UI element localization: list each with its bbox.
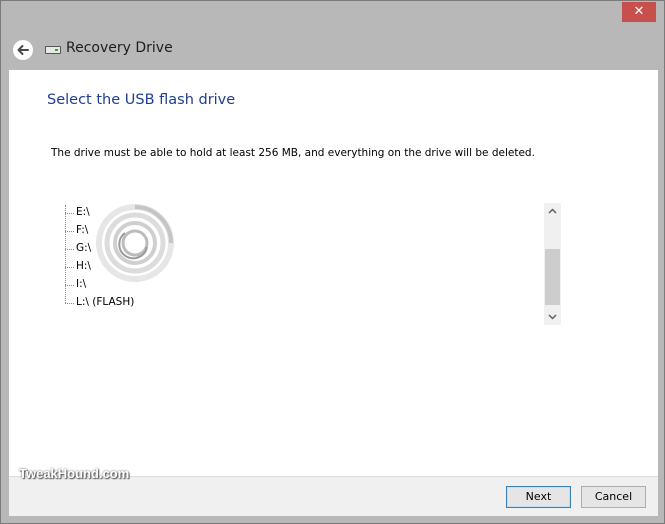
dialog-footer: Next Cancel (9, 476, 658, 516)
vertical-scrollbar[interactable] (544, 203, 561, 325)
recovery-drive-window: ✕ Recovery Drive Select the USB flash dr… (0, 0, 665, 524)
drive-label: E:\ (76, 206, 90, 218)
close-button[interactable]: ✕ (622, 2, 656, 22)
title-bar: Recovery Drive (1, 29, 664, 69)
drive-label: I:\ (76, 278, 87, 290)
window-title: Recovery Drive (66, 40, 173, 56)
drive-list: E:\ F:\ G:\ H:\ I:\ L:\ (FLASH) (61, 203, 562, 325)
drive-label: H:\ (76, 260, 91, 272)
content-area: Select the USB flash drive The drive mus… (9, 70, 658, 476)
scroll-thumb[interactable] (545, 249, 560, 305)
drive-label: G:\ (76, 242, 92, 254)
scroll-down-button[interactable] (544, 308, 561, 325)
next-button[interactable]: Next (506, 486, 571, 508)
scroll-up-button[interactable] (544, 203, 561, 220)
chevron-down-icon (548, 314, 557, 320)
drive-label: F:\ (76, 224, 89, 236)
chevron-up-icon (548, 208, 557, 214)
drive-item-i[interactable]: I:\ (65, 277, 265, 294)
drive-item-g[interactable]: G:\ (65, 241, 265, 258)
close-icon: ✕ (633, 4, 645, 19)
drive-item-l-flash[interactable]: L:\ (FLASH) (65, 295, 265, 312)
back-arrow-icon (17, 45, 29, 55)
usb-drive-icon (45, 46, 61, 54)
drive-item-f[interactable]: F:\ (65, 223, 265, 240)
cancel-button[interactable]: Cancel (581, 486, 646, 508)
drive-item-e[interactable]: E:\ (65, 205, 265, 222)
back-button[interactable] (13, 40, 33, 60)
drive-label: L:\ (FLASH) (76, 296, 135, 308)
watermark-text: TweakHound.com (19, 466, 130, 481)
page-title: Select the USB flash drive (47, 92, 236, 108)
drive-item-h[interactable]: H:\ (65, 259, 265, 276)
instruction-text: The drive must be able to hold at least … (51, 147, 535, 159)
